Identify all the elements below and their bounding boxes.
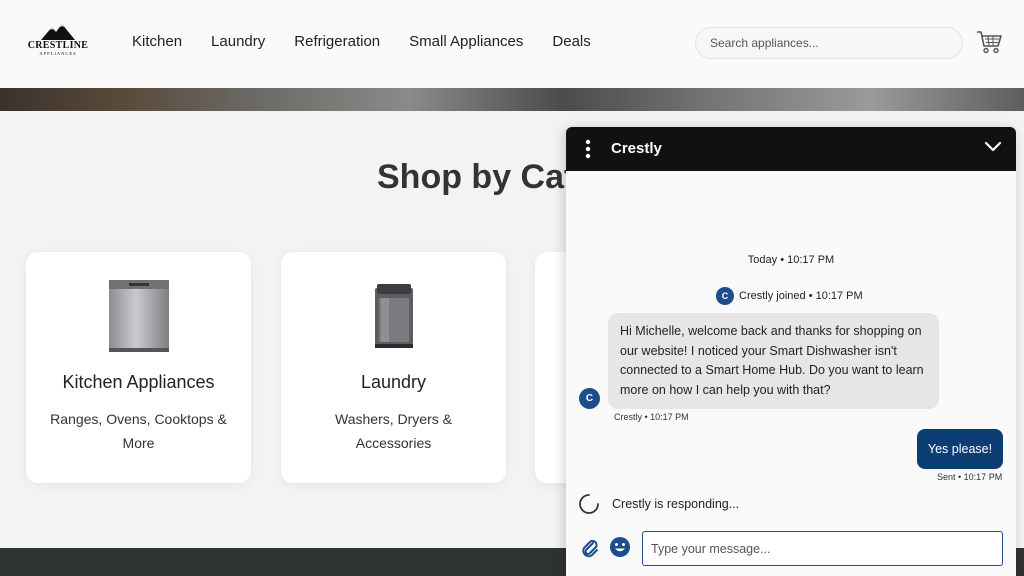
agent-message-meta: Crestly • 10:17 PM — [614, 412, 689, 422]
nav-laundry[interactable]: Laundry — [211, 33, 265, 50]
message-input[interactable] — [642, 531, 1003, 566]
chat-widget: Crestly Today • 10:17 PM C Crestly joine… — [566, 127, 1016, 576]
nav-refrigeration[interactable]: Refrigeration — [294, 33, 380, 50]
typing-indicator: Crestly is responding... — [578, 493, 739, 515]
agent-avatar: C — [716, 287, 734, 305]
joined-text: Crestly joined • 10:17 PM — [739, 290, 863, 302]
nav-deals[interactable]: Deals — [552, 33, 590, 50]
agent-message-bubble: Hi Michelle, welcome back and thanks for… — [608, 313, 939, 409]
mountain-logo-icon — [41, 24, 75, 40]
card-title: Laundry — [360, 372, 427, 392]
nav-kitchen[interactable]: Kitchen — [132, 33, 182, 50]
washer-image — [374, 284, 413, 348]
logo-wordmark: CRESTLINE — [27, 40, 89, 51]
chat-title: Crestly — [611, 140, 662, 157]
chat-header: Crestly — [566, 127, 1016, 171]
user-message-bubble: Yes please! — [917, 429, 1003, 469]
emoji-icon[interactable] — [609, 536, 631, 558]
site-header: CRESTLINE APPLIANCES Kitchen Laundry Ref… — [0, 0, 1024, 88]
paperclip-icon[interactable] — [580, 538, 600, 558]
category-card-laundry[interactable]: Laundry Washers, Dryers & Accessories — [281, 252, 506, 483]
section-title: Shop by Cat — [377, 158, 576, 196]
chat-date-divider: Today • 10:17 PM — [747, 254, 835, 266]
nav-small-appliances[interactable]: Small Appliances — [409, 33, 523, 50]
chevron-down-icon[interactable] — [984, 140, 1002, 154]
card-description: Washers, Dryers & Accessories — [335, 411, 452, 451]
category-card-kitchen[interactable]: Kitchen Appliances Ranges, Ovens, Cookto… — [26, 252, 251, 483]
search-input[interactable] — [695, 27, 963, 59]
card-title: Kitchen Appliances — [62, 372, 215, 392]
agent-avatar: C — [579, 388, 600, 409]
dishwasher-image — [108, 280, 169, 352]
typing-text: Crestly is responding... — [612, 497, 740, 511]
more-options-icon[interactable] — [585, 139, 591, 159]
user-message-meta: Sent • 10:17 PM — [937, 472, 1003, 482]
site-logo[interactable]: CRESTLINE APPLIANCES — [28, 24, 88, 60]
main-nav: Kitchen Laundry Refrigeration Small Appl… — [132, 33, 591, 50]
shopping-cart-icon[interactable] — [976, 30, 1002, 54]
loading-spinner-icon — [579, 494, 599, 514]
logo-subtitle: APPLIANCES — [39, 51, 77, 56]
hero-banner-image — [0, 88, 1024, 111]
card-description: Ranges, Ovens, Cooktops & More — [50, 411, 227, 451]
agent-joined-notice: C Crestly joined • 10:17 PM — [716, 287, 863, 305]
